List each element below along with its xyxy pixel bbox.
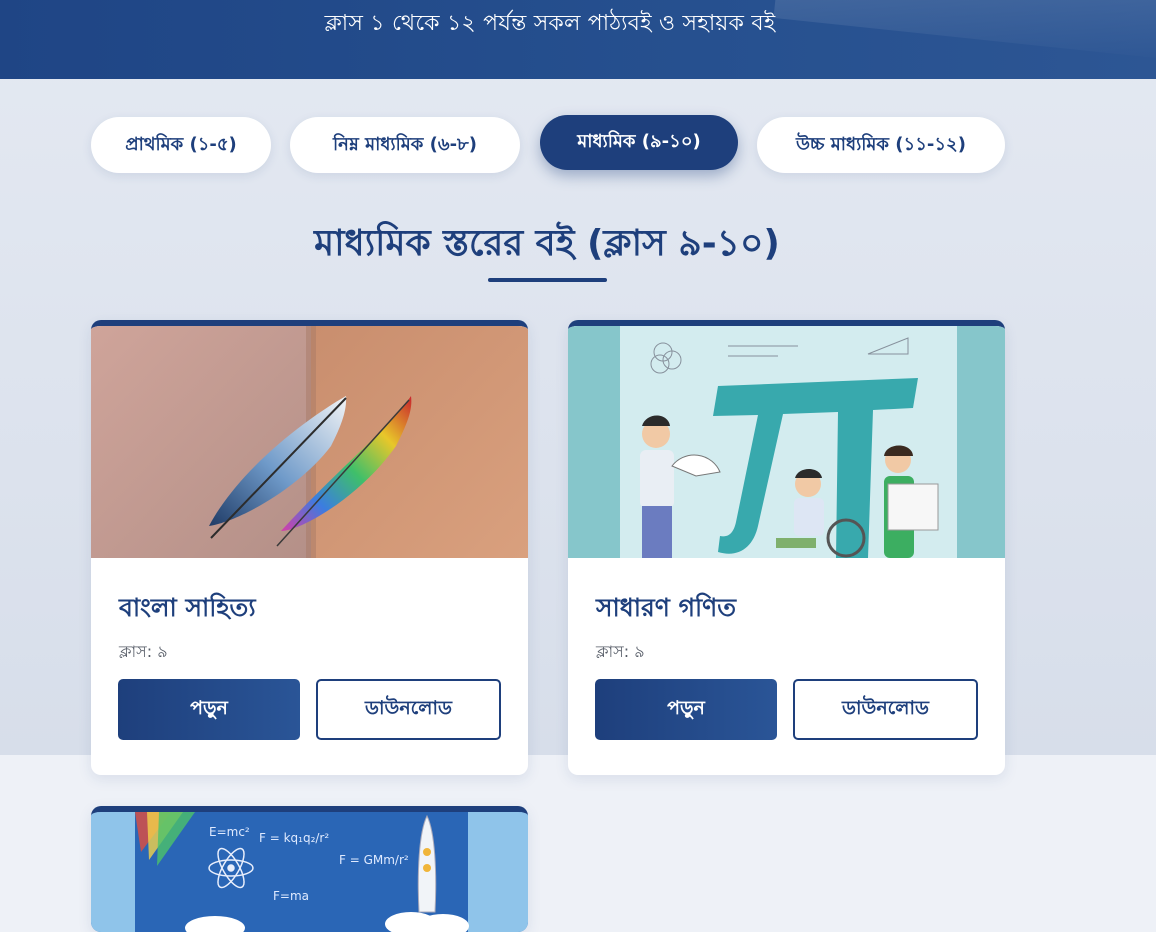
- science-rocket-cover: E=mc² F = kq₁q₂/r² F = GMm/r² F=ma: [91, 812, 528, 932]
- tab-secondary[interactable]: মাধ্যমিক (৯-১০): [540, 115, 738, 170]
- book-title: সাধারণ গণিত: [596, 593, 737, 622]
- svg-text:E=mc²: E=mc²: [209, 825, 250, 839]
- book-cover-image: [91, 326, 528, 558]
- pi-math-cover: [568, 326, 1005, 558]
- book-title: বাংলা সাহিত্য: [119, 593, 256, 622]
- svg-text:F = GMm/r²: F = GMm/r²: [339, 853, 409, 867]
- book-class-label: ক্লাস: ৯: [596, 642, 645, 661]
- book-cover-image: E=mc² F = kq₁q₂/r² F = GMm/r² F=ma: [91, 812, 528, 932]
- section-title: মাধ্যমিক স্তরের বই (ক্লাস ৯-১০): [314, 223, 780, 264]
- book-class-label: ক্লাস: ৯: [119, 642, 168, 661]
- read-button[interactable]: পড়ুন: [595, 679, 777, 740]
- tab-higher-secondary[interactable]: উচ্চ মাধ্যমিক (১১-১২): [757, 117, 1005, 173]
- book-card: সাধারণ গণিত ক্লাস: ৯ পড়ুন ডাউনলোড: [568, 320, 1005, 775]
- book-cover-image: [568, 326, 1005, 558]
- svg-text:F = kq₁q₂/r²: F = kq₁q₂/r²: [259, 831, 329, 845]
- site-header: ক্লাস ১ থেকে ১২ পর্যন্ত সকল পাঠ্যবই ও সহ…: [0, 0, 1156, 79]
- title-underline: [488, 278, 607, 282]
- tab-lower-secondary[interactable]: নিম্ন মাধ্যমিক (৬-৮): [290, 117, 520, 173]
- book-card: বাংলা সাহিত্য ক্লাস: ৯ পড়ুন ডাউনলোড: [91, 320, 528, 775]
- svg-text:F=ma: F=ma: [273, 889, 309, 903]
- read-button[interactable]: পড়ুন: [118, 679, 300, 740]
- header-subtitle: ক্লাস ১ থেকে ১২ পর্যন্ত সকল পাঠ্যবই ও সহ…: [324, 11, 776, 36]
- download-button[interactable]: ডাউনলোড: [793, 679, 978, 740]
- feather-quills-cover: [91, 326, 528, 558]
- book-card: E=mc² F = kq₁q₂/r² F = GMm/r² F=ma: [91, 806, 528, 932]
- download-button[interactable]: ডাউনলোড: [316, 679, 501, 740]
- tab-primary[interactable]: প্রাথমিক (১-৫): [91, 117, 271, 173]
